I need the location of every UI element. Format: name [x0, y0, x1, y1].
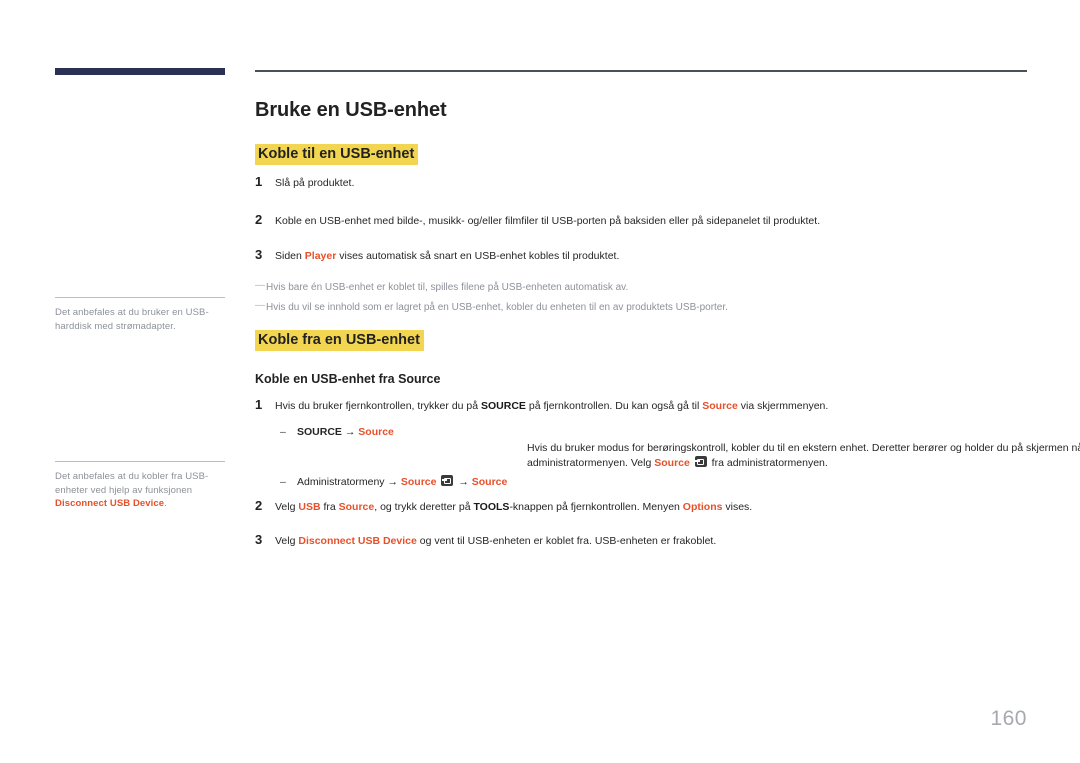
- accent-term-disconnect-usb-device: Disconnect USB Device: [298, 535, 417, 547]
- arrow-glyph: →: [458, 476, 469, 488]
- note-dash-text: Hvis bare én USB-enhet er koblet til, sp…: [266, 282, 629, 293]
- sub-bullet-marker: –: [280, 476, 286, 488]
- step-item: 2 Velg USB fra Source, og trykk deretter…: [255, 498, 1027, 515]
- step-text-part-b: og vent til USB-enheten er koblet fra. U…: [416, 535, 717, 547]
- content-top-divider: [255, 70, 1027, 72]
- touch-control-paragraph: Hvis du bruker modus for berøringskontro…: [527, 441, 1080, 471]
- key-label-source: SOURCE: [481, 400, 526, 412]
- step-item: 3 Velg Disconnect USB Device og vent til…: [255, 532, 1027, 549]
- side-note-text: Det anbefales at du bruker en USB-harddi…: [55, 307, 209, 332]
- accent-term-source: Source: [471, 476, 508, 488]
- step-text: Hvis du bruker fjernkontrollen, trykker …: [275, 397, 1027, 414]
- step-text-before: Siden: [275, 250, 305, 262]
- sub-bullet-text: Administratormeny → Source → Source: [297, 475, 507, 490]
- step-text-part-d: -knappen på fjernkontrollen. Menyen: [509, 501, 683, 513]
- step-text-part-a: Hvis du bruker fjernkontrollen, trykker …: [275, 400, 482, 412]
- note-dash-item: ― Hvis du vil se innhold som er lagret p…: [255, 300, 1027, 315]
- step-text: Koble en USB-enhet med bilde-, musikk- o…: [275, 215, 821, 227]
- accent-term-source: Source: [338, 501, 375, 513]
- side-note-accent-term: Disconnect USB Device: [55, 498, 165, 509]
- step-text-after: vises automatisk så snart en USB-enhet k…: [336, 250, 620, 262]
- paragraph-part-b: fra administratormenyen.: [708, 457, 828, 469]
- key-label-tools: TOOLS: [473, 501, 510, 513]
- side-note-usb-harddisk: Det anbefales at du bruker en USB-harddi…: [55, 297, 225, 333]
- side-note-divider: [55, 461, 225, 462]
- page-number: 160: [990, 707, 1027, 730]
- step-text-part-e: vises.: [722, 501, 753, 513]
- step-number: 3: [255, 532, 263, 547]
- page-title: Bruke en USB-enhet: [255, 99, 447, 121]
- accent-term-source: Source: [654, 457, 690, 469]
- accent-term-source: Source: [702, 400, 738, 412]
- side-note-text-before: Det anbefales at du kobler fra USB-enhet…: [55, 471, 209, 496]
- step-item: 1 Hvis du bruker fjernkontrollen, trykke…: [255, 397, 1027, 414]
- note-dash-text: Hvis du vil se innhold som er lagret på …: [266, 302, 728, 313]
- note-dash-item: ― Hvis bare én USB-enhet er koblet til, …: [255, 280, 1027, 295]
- arrow-glyph: →: [344, 426, 356, 438]
- step-text-part-b: fra: [320, 501, 339, 513]
- section-heading-koble-til: Koble til en USB-enhet: [255, 144, 419, 165]
- side-note-disconnect: Det anbefales at du kobler fra USB-enhet…: [55, 461, 225, 511]
- note-dash-marker: ―: [255, 300, 265, 311]
- left-sidebar: Det anbefales at du bruker en USB-harddi…: [55, 0, 225, 763]
- step-item: 3 Siden Player vises automatisk så snart…: [255, 247, 1027, 264]
- source-key-icon: [694, 456, 707, 467]
- sub-heading-koble-fra-source: Koble en USB-enhet fra Source: [255, 372, 441, 386]
- note-dash-marker: ―: [255, 280, 265, 291]
- accent-term-source: Source: [358, 426, 394, 438]
- step-text-part-a: Velg: [275, 535, 299, 547]
- accent-term-options: Options: [682, 501, 723, 513]
- step-text-part-c: via skjermmenyen.: [737, 400, 829, 412]
- accent-term-player: Player: [304, 250, 337, 262]
- brand-bar: [55, 68, 225, 75]
- sub-bullet-marker: –: [280, 426, 286, 438]
- step-text: Velg USB fra Source, og trykk deretter p…: [275, 498, 1027, 515]
- main-content: Bruke en USB-enhet Koble til en USB-enhe…: [255, 0, 1080, 763]
- step-text-part-a: Velg: [275, 501, 299, 513]
- step-number: 3: [255, 247, 263, 262]
- key-label-source: SOURCE: [297, 426, 342, 438]
- step-number: 1: [255, 174, 263, 189]
- step-number: 2: [255, 212, 263, 227]
- step-text: Siden Player vises automatisk så snart e…: [275, 247, 1027, 264]
- accent-term-source: Source: [400, 476, 437, 488]
- step-number: 2: [255, 498, 263, 513]
- step-item: 1 Slå på produktet.: [255, 174, 1027, 191]
- menu-label-administratormeny: Administratormeny: [297, 476, 385, 488]
- step-text: Velg Disconnect USB Device og vent til U…: [275, 532, 1027, 549]
- step-item: 2 Koble en USB-enhet med bilde-, musikk-…: [255, 212, 1027, 229]
- sub-bullet-item: – Administratormeny → Source → Source: [280, 475, 1027, 490]
- step-text-part-c: , og trykk deretter på: [374, 501, 474, 513]
- step-text-part-b: på fjernkontrollen. Du kan også gå til: [525, 400, 703, 412]
- accent-term-usb: USB: [298, 501, 321, 513]
- source-key-icon: [441, 475, 454, 486]
- step-text: Slå på produktet.: [275, 177, 355, 189]
- arrow-glyph: →: [387, 476, 398, 488]
- side-note-text-after: .: [164, 498, 167, 509]
- section-heading-koble-fra: Koble fra en USB-enhet: [255, 330, 424, 351]
- sub-bullet-item: – SOURCE → Source: [280, 425, 1027, 440]
- side-note-divider: [55, 297, 225, 298]
- step-number: 1: [255, 397, 263, 412]
- sub-bullet-text: SOURCE → Source: [297, 425, 394, 440]
